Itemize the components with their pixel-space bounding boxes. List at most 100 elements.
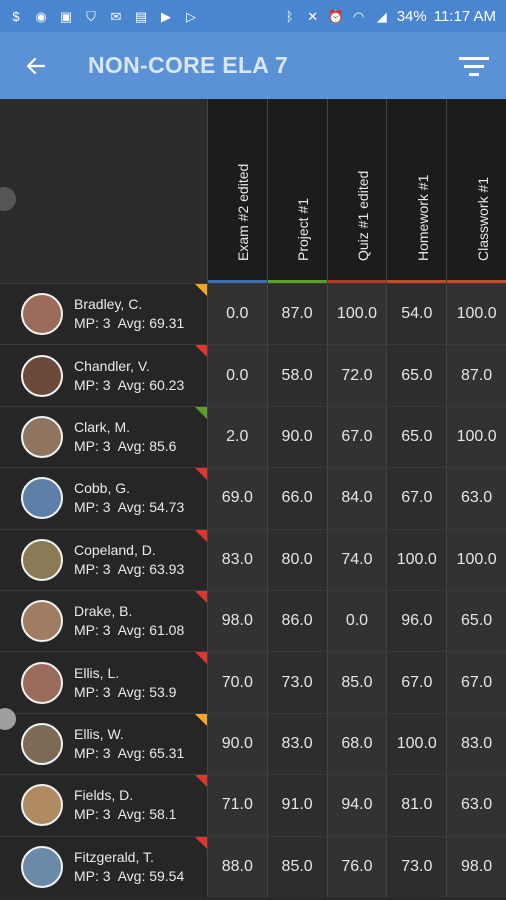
status-flag	[194, 836, 207, 849]
score-cell[interactable]: 87.0	[266, 284, 327, 345]
score-cell[interactable]: 67.0	[326, 406, 387, 468]
table-row[interactable]: Clark, M. MP: 3 Avg: 85.6 2.0 90.0 67.0 65.0 1…	[0, 405, 506, 468]
dollar-icon: $	[12, 8, 20, 24]
table-row[interactable]: Copeland, D. MP: 3 Avg: 63.93 83.0 80.0 74.0…	[0, 528, 506, 590]
status-flag	[194, 406, 207, 419]
score-cell[interactable]: 83.0	[206, 529, 267, 590]
score-cell[interactable]: 65.0	[386, 406, 447, 468]
student-info: Chandler, V. MP: 3 Avg: 60.23	[74, 357, 184, 395]
avatar	[21, 722, 63, 765]
score-cell[interactable]: 73.0	[266, 652, 327, 713]
student-average: MP: 3 Avg: 69.31	[74, 315, 185, 332]
score-cell[interactable]: 98.0	[446, 836, 506, 897]
table-row[interactable]: Bradley, C. MP: 3 Avg: 69.31 0.0 87.0 100.0 5…	[0, 283, 506, 345]
student-name: Drake, B.	[74, 603, 133, 620]
student-info: Fields, D. MP: 3 Avg: 58.1	[74, 786, 176, 824]
score-cell[interactable]: 100.0	[386, 713, 447, 775]
score-cell[interactable]: 67.0	[446, 652, 506, 713]
table-row[interactable]: Cobb, G. MP: 3 Avg: 54.73 69.0 66.0 84.0 67.0…	[0, 467, 506, 529]
score-cell[interactable]: 85.0	[266, 836, 327, 897]
score-cell[interactable]: 74.0	[326, 529, 387, 590]
score-cell[interactable]: 100.0	[446, 406, 506, 468]
score-cell[interactable]: 100.0	[326, 284, 387, 345]
score-cell[interactable]: 72.0	[326, 345, 387, 406]
score-cell[interactable]: 100.0	[446, 529, 506, 590]
back-arrow-icon	[26, 57, 46, 74]
student-cell[interactable]: Bradley, C. MP: 3 Avg: 69.31	[0, 284, 207, 345]
score-cell[interactable]: 86.0	[266, 590, 327, 652]
table-row[interactable]: Ellis, W. MP: 3 Avg: 65.31 90.0 83.0 68.0 100…	[0, 712, 506, 775]
score-cell[interactable]: 66.0	[266, 468, 327, 529]
score-cell[interactable]: 91.0	[266, 775, 327, 836]
score-cell[interactable]: 100.0	[446, 284, 506, 345]
student-info: Ellis, W. MP: 3 Avg: 65.31	[74, 725, 184, 763]
filter-button[interactable]	[456, 48, 492, 84]
status-flag	[194, 590, 207, 603]
score-cell[interactable]: 90.0	[266, 406, 327, 468]
student-cell[interactable]: Clark, M. MP: 3 Avg: 85.6	[0, 406, 207, 468]
score-cell[interactable]: 98.0	[206, 590, 267, 652]
table-row[interactable]: Ellis, L. MP: 3 Avg: 53.9 70.0 73.0 85.0 67.0…	[0, 651, 506, 713]
score-cell[interactable]: 63.0	[446, 468, 506, 529]
clock: 11:17 AM	[433, 7, 496, 25]
score-cell[interactable]: 0.0	[206, 345, 267, 406]
status-flag	[194, 468, 207, 481]
score-cell[interactable]: 88.0	[206, 836, 267, 897]
student-average: MP: 3 Avg: 58.1	[74, 806, 177, 823]
table-row[interactable]: Chandler, V. MP: 3 Avg: 60.23 0.0 58.0 72.0 6…	[0, 344, 506, 406]
wifi-icon: ◠	[353, 8, 365, 24]
score-cell[interactable]: 68.0	[326, 713, 387, 775]
student-cell[interactable]: Fields, D. MP: 3 Avg: 58.1	[0, 775, 207, 836]
student-cell[interactable]: Drake, B. MP: 3 Avg: 61.08	[0, 590, 207, 652]
score-cell[interactable]: 84.0	[326, 468, 387, 529]
column-header[interactable]: Homework #1	[386, 99, 447, 283]
score-cell[interactable]: 83.0	[446, 713, 506, 775]
score-cell[interactable]: 2.0	[206, 406, 267, 468]
score-cell[interactable]: 63.0	[446, 775, 506, 836]
column-header[interactable]: Quiz #1 edited	[326, 99, 387, 283]
column-header[interactable]: Project #1	[266, 99, 327, 283]
score-cell[interactable]: 70.0	[206, 652, 267, 713]
score-cell[interactable]: 65.0	[446, 590, 506, 652]
scroll-handle[interactable]	[0, 187, 16, 211]
student-info: Cobb, G. MP: 3 Avg: 54.73	[74, 479, 184, 517]
score-cell[interactable]: 76.0	[326, 836, 387, 897]
student-cell[interactable]: Chandler, V. MP: 3 Avg: 60.23	[0, 345, 207, 406]
score-cell[interactable]: 80.0	[266, 529, 327, 590]
score-cell[interactable]: 0.0	[206, 284, 267, 345]
table-row[interactable]: Drake, B. MP: 3 Avg: 61.08 98.0 86.0 0.0 96.0…	[0, 589, 506, 652]
student-cell[interactable]: Ellis, W. MP: 3 Avg: 65.31	[0, 713, 207, 775]
student-cell[interactable]: Ellis, L. MP: 3 Avg: 53.9	[0, 652, 207, 713]
status-flag	[194, 652, 207, 665]
table-row[interactable]: Fields, D. MP: 3 Avg: 58.1 71.0 91.0 94.0 81.…	[0, 774, 506, 836]
score-cell[interactable]: 90.0	[206, 713, 267, 775]
record-icon: ◉	[35, 8, 47, 24]
score-cell[interactable]: 94.0	[326, 775, 387, 836]
score-cell[interactable]: 83.0	[266, 713, 327, 775]
score-cell[interactable]: 71.0	[206, 775, 267, 836]
score-cell[interactable]: 67.0	[386, 468, 447, 529]
score-cell[interactable]: 65.0	[386, 345, 447, 406]
score-cell[interactable]: 81.0	[386, 775, 447, 836]
play-icon: ▶	[161, 8, 171, 24]
score-cell[interactable]: 0.0	[326, 590, 387, 652]
score-cell[interactable]: 69.0	[206, 468, 267, 529]
column-header[interactable]: Classwork #1	[446, 99, 506, 283]
student-average: MP: 3 Avg: 59.54	[74, 867, 185, 884]
table-row[interactable]: Fitzgerald, T. MP: 3 Avg: 59.54 88.0 85.0 76…	[0, 835, 506, 897]
back-button[interactable]	[18, 48, 54, 84]
score-cell[interactable]: 85.0	[326, 652, 387, 713]
score-cell[interactable]: 67.0	[386, 652, 447, 713]
status-flag	[194, 775, 207, 788]
student-cell[interactable]: Copeland, D. MP: 3 Avg: 63.93	[0, 529, 207, 590]
student-cell[interactable]: Fitzgerald, T. MP: 3 Avg: 59.54	[0, 836, 207, 897]
score-cell[interactable]: 87.0	[446, 345, 506, 406]
student-cell[interactable]: Cobb, G. MP: 3 Avg: 54.73	[0, 468, 207, 529]
score-cell[interactable]: 54.0	[386, 284, 447, 345]
score-cell[interactable]: 58.0	[266, 345, 327, 406]
score-cell[interactable]: 73.0	[386, 836, 447, 897]
mail-icon: ✉	[110, 8, 122, 24]
score-cell[interactable]: 100.0	[386, 529, 447, 590]
column-header[interactable]: Exam #2 edited	[206, 99, 267, 283]
score-cell[interactable]: 96.0	[386, 590, 447, 652]
